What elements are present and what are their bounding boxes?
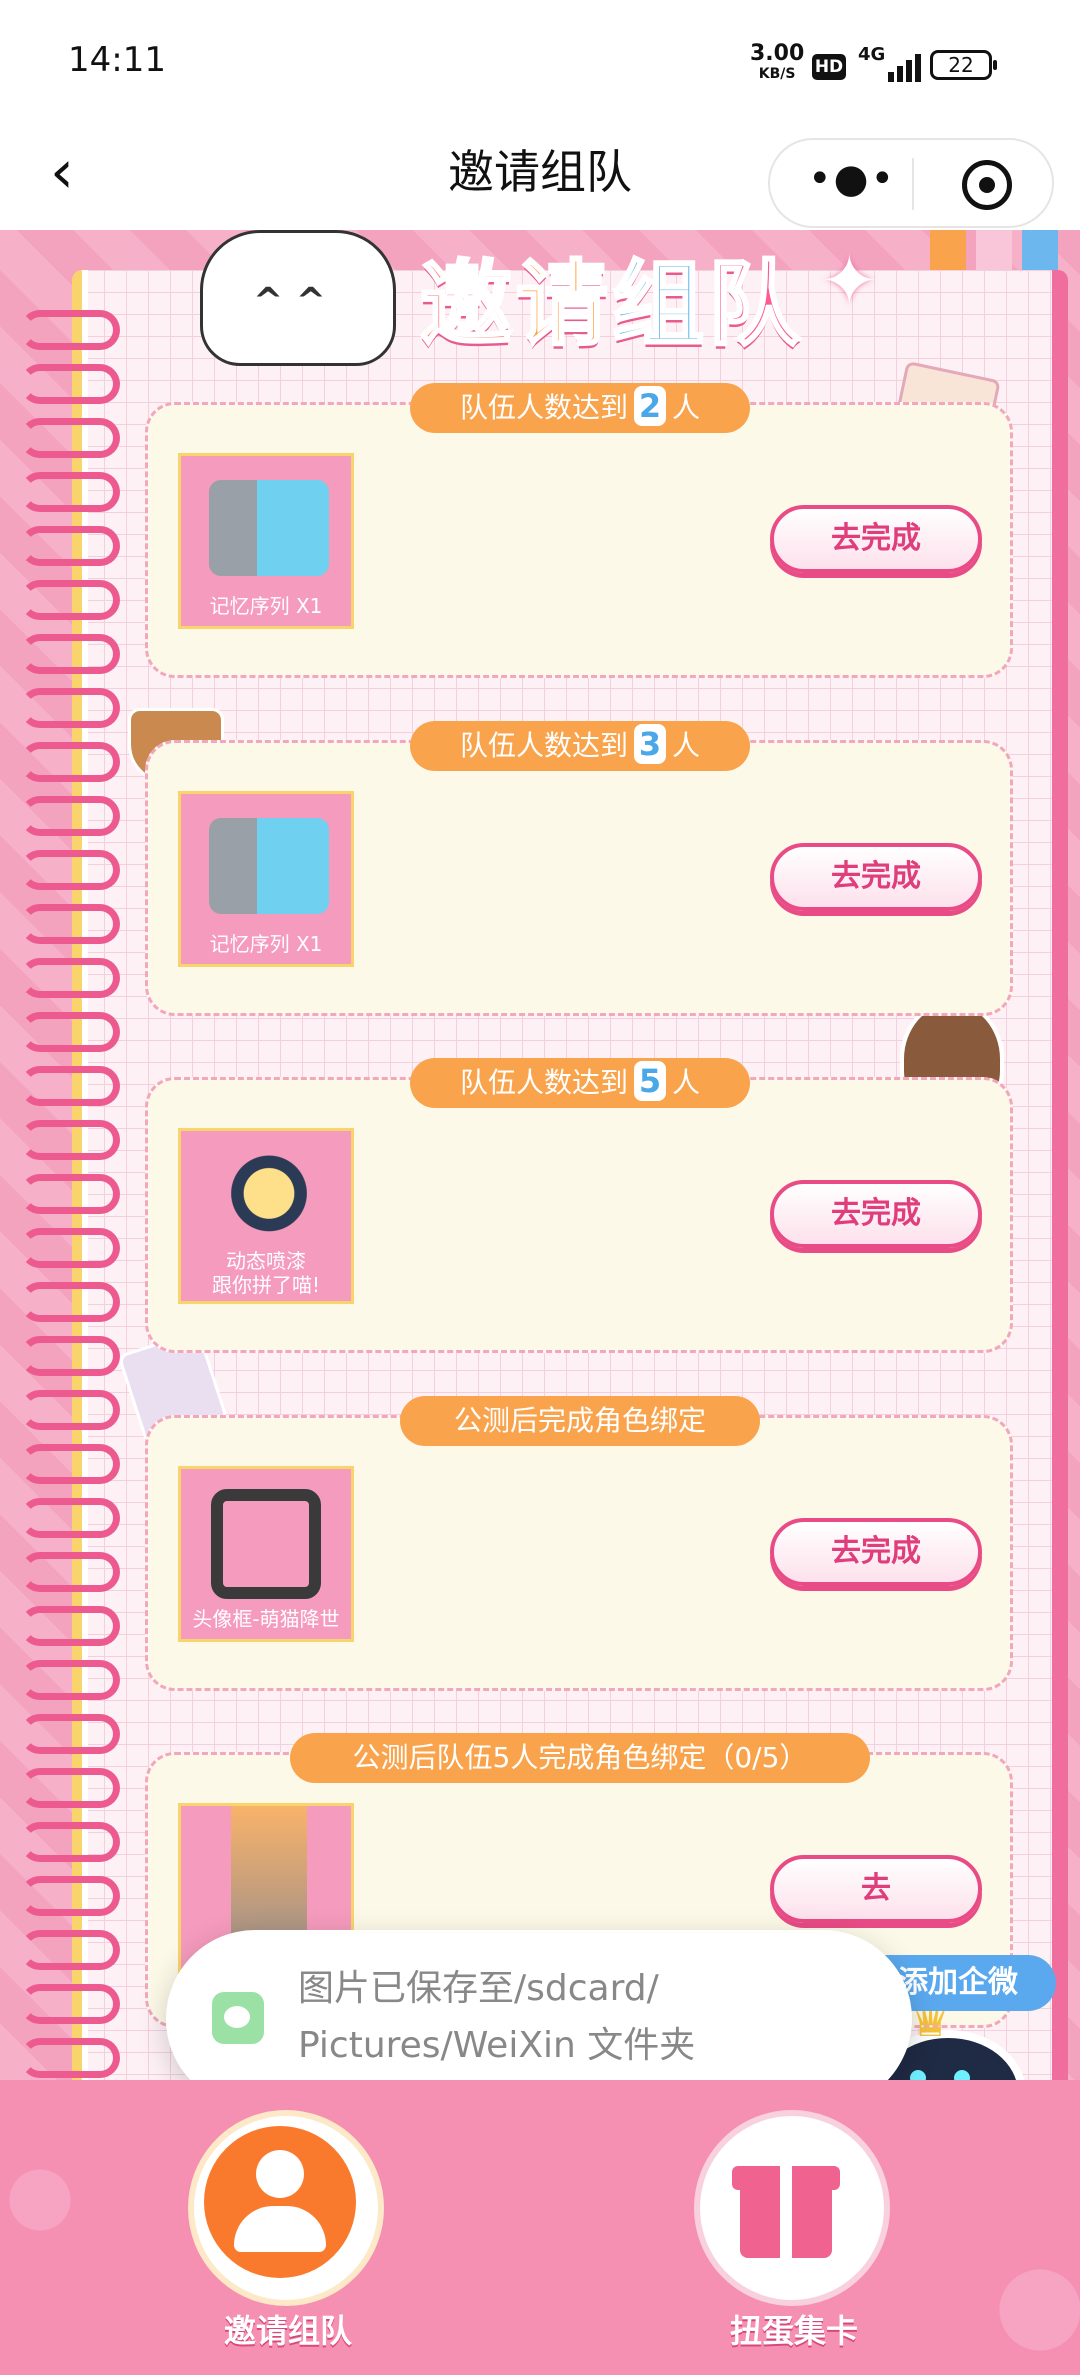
status-time: 14:11 (68, 40, 166, 80)
task-pill: 公测后完成角色绑定 (400, 1396, 760, 1446)
go-complete-button[interactable]: 去完成 (770, 1180, 982, 1248)
paw-pattern (0, 2080, 1080, 2375)
net-speed: 3.00 KB/S (750, 41, 805, 83)
task-pill: 队伍人数达到 3 人 (410, 721, 750, 771)
chibi-character-image (200, 230, 396, 366)
go-complete-button[interactable]: 去 (770, 1855, 982, 1923)
go-complete-button[interactable]: 去完成 (770, 843, 982, 911)
bottom-nav: 邀请组队 扭蛋集卡 (0, 2080, 1080, 2375)
chibi-spray-icon (209, 1155, 329, 1251)
main-content: 邀请组队 ✦ 队伍人数达到2人 记忆序列 X1 去完成 队伍人数达到3人 记忆序… (0, 230, 1080, 2080)
avatar-frame-icon (211, 1489, 321, 1599)
go-complete-button[interactable]: 去完成 (770, 1518, 982, 1586)
task-card: 公测后完成角色绑定 头像框-萌猫降世 去完成 (145, 1396, 1013, 1691)
reward-item-memory-sequence: 记忆序列 X1 (178, 453, 354, 629)
gift-icon (710, 2126, 862, 2278)
reward-item-avatar-frame: 头像框-萌猫降世 (178, 1466, 354, 1642)
team-icon (204, 2126, 356, 2278)
task-pill: 公测后队伍5人完成角色绑定（0/5） (290, 1733, 870, 1783)
mini-program-capsule: •●• (768, 138, 1054, 228)
memory-chip-icon (209, 480, 329, 576)
notebook-rings (20, 310, 130, 2080)
capsule-divider (912, 158, 914, 210)
reward-item-memory-sequence: 记忆序列 X1 (178, 791, 354, 967)
task-card: 队伍人数达到 2 人 记忆序列 X1 去完成 (145, 383, 1013, 678)
nav-invite-team[interactable]: 邀请组队 (188, 2110, 388, 2370)
task-card: 队伍人数达到 3 人 记忆序列 X1 去完成 (145, 721, 1013, 1016)
wechat-icon (212, 1992, 264, 2044)
battery-icon: 22 (930, 50, 997, 80)
sparkle-star-icon: ✦ (820, 240, 879, 322)
task-pill: 队伍人数达到 2 人 (410, 383, 750, 433)
reward-item-spray: 动态喷漆 跟你拼了喵! (178, 1128, 354, 1304)
hd-badge: HD (812, 54, 846, 80)
close-target-icon[interactable] (962, 160, 1012, 210)
title-bar: 邀请组队 ‹ •●• (0, 120, 1080, 230)
more-dots-icon[interactable]: •●• (808, 156, 896, 202)
task-card: 队伍人数达到 5 人 动态喷漆 跟你拼了喵! 去完成 (145, 1058, 1013, 1353)
back-chevron-icon[interactable]: ‹ (50, 142, 110, 202)
banner-title: 邀请组队 (418, 250, 805, 360)
status-bar: 14:11 3.00 KB/S HD 4G 22 (0, 0, 1080, 120)
go-complete-button[interactable]: 去完成 (770, 505, 982, 573)
toast-message: 图片已保存至/sdcard/ Pictures/WeiXin 文件夹 (298, 1968, 696, 2066)
nav-gacha-cards[interactable]: 扭蛋集卡 (694, 2110, 894, 2370)
memory-chip-icon (209, 818, 329, 914)
signal-icon (880, 50, 921, 82)
task-pill: 队伍人数达到 5 人 (410, 1058, 750, 1108)
